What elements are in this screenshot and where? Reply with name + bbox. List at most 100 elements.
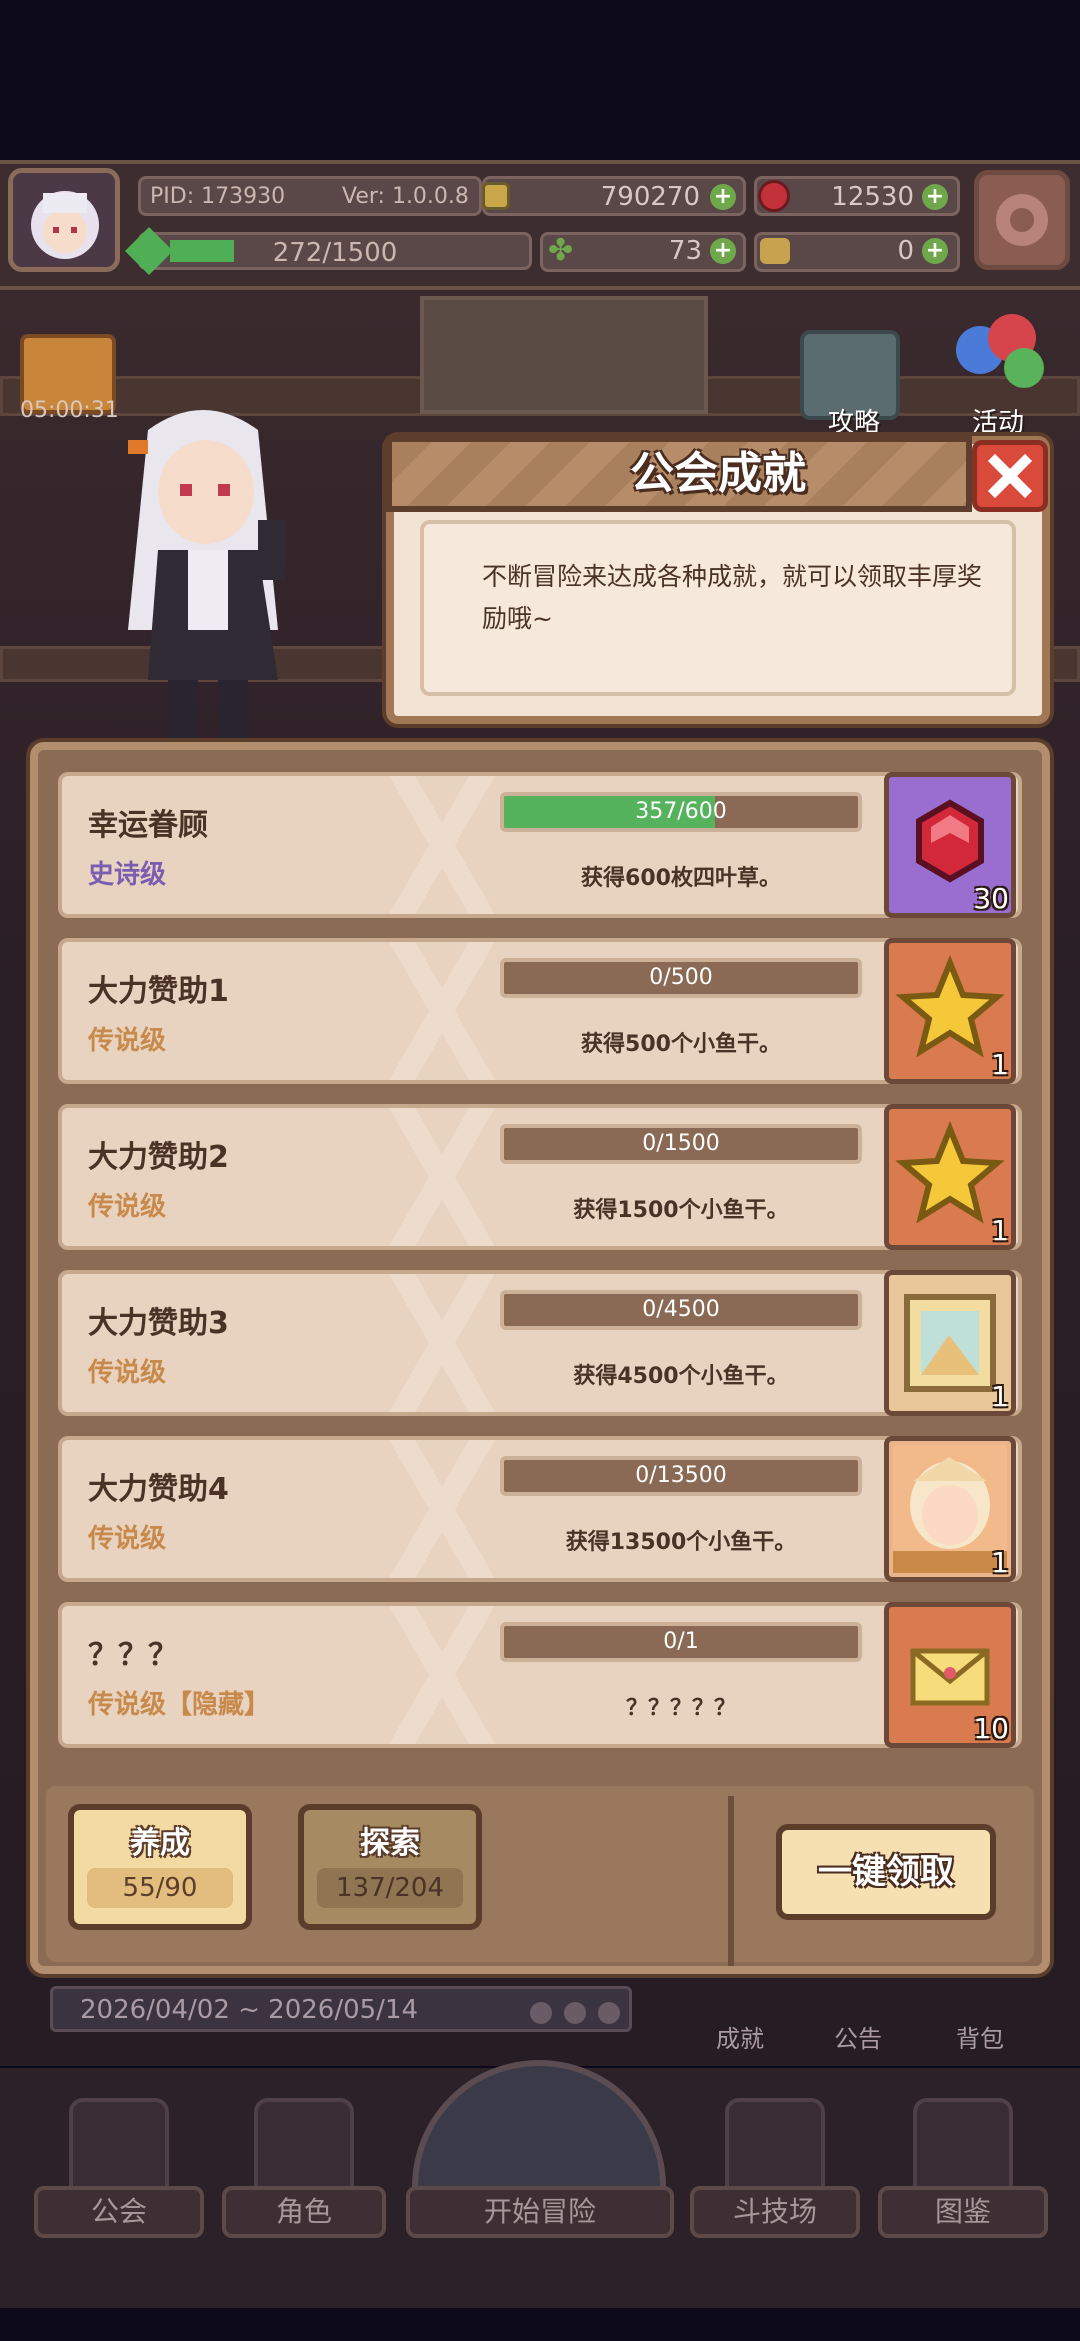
achievement-menu-label: 成就 [716,2025,764,2053]
nav-character[interactable]: 角色 [222,2098,386,2238]
fish-value: 0 [897,236,914,266]
achievement-description: 获得4500个小鱼干。 [573,1364,789,1389]
achievement-rarity: 史诗级 [88,860,167,890]
guild-icon [69,2098,169,2190]
nav-codex-label: 图鉴 [878,2186,1048,2238]
close-button[interactable] [972,440,1048,512]
tab-explore-label: 探索 [360,1826,420,1861]
reward-slot[interactable]: 1 [884,938,1016,1084]
page-dot [598,2002,620,2024]
claim-all-label: 一键领取 [818,1852,954,1892]
wall-painting [420,296,708,414]
add-fish-icon[interactable]: + [922,238,948,264]
achievement-rarity: 传说级【隐藏】 [88,1690,271,1720]
reward-count: 1 [991,1546,1009,1579]
nav-character-label: 角色 [222,2186,386,2238]
dialog-description: 不断冒险来达成各种成就，就可以领取丰厚奖励哦~ [482,562,983,633]
progress-bar: 357/600 [500,792,862,832]
character-icon [254,2098,354,2190]
achievement-row[interactable]: 大力赞助3 传说级 0/4500 获得4500个小鱼干。 1 [58,1270,1022,1416]
reward-slot[interactable]: 10 [884,1602,1016,1748]
progress-text: 0/500 [649,965,713,990]
achievement-description: 获得500个小鱼干。 [581,1032,781,1057]
footer-divider [728,1796,734,1966]
achievement-name: 大力赞助1 [88,974,229,1009]
achievement-name: 幸运眷顾 [88,808,208,843]
clover-value: 73 [668,236,702,266]
version-text: Ver: 1.0.0.8 [342,184,469,209]
notice-menu-label: 公告 [834,2025,882,2053]
tab-nurture[interactable]: 养成 55/90 [68,1804,252,1930]
add-gold-icon[interactable]: + [710,184,736,210]
achievement-menu[interactable]: 成就 [688,1976,792,2058]
achievement-row[interactable]: ？？？ 传说级【隐藏】 0/1 ？？？？？ 10 [58,1602,1022,1748]
balloon-icon[interactable] [950,310,1050,410]
add-clover-icon[interactable]: + [710,238,736,264]
reward-count: 1 [991,1380,1009,1413]
progress-text: 0/13500 [635,1463,727,1488]
achievement-description: 获得13500个小鱼干。 [565,1530,797,1555]
reward-count: 1 [991,1048,1009,1081]
achievement-name: 大力赞助4 [88,1472,229,1507]
progress-bar: 0/13500 [500,1456,862,1496]
clover-icon: ✤ [548,233,574,268]
progress-text: 0/1500 [642,1131,720,1156]
nav-codex[interactable]: 图鉴 [878,2098,1048,2238]
nav-arena-label: 斗技场 [690,2186,860,2238]
reward-slot[interactable]: 1 [884,1270,1016,1416]
achievement-row[interactable]: 大力赞助4 传说级 0/13500 获得13500个小鱼干。 1 [58,1436,1022,1582]
achievement-name: ？？？ [88,1638,178,1673]
reward-count: 30 [973,882,1009,915]
achievement-rarity: 传说级 [88,1524,167,1554]
tab-explore[interactable]: 探索 137/204 [298,1804,482,1930]
progress-bar: 0/4500 [500,1290,862,1330]
guide-label: 攻略 [827,408,880,438]
pid-text: PID: 173930 [150,184,286,209]
date-range: 2026/04/02 ~ 2026/05/14 [80,1995,419,2025]
nav-arena[interactable]: 斗技场 [690,2098,860,2238]
character-sprite [88,400,318,740]
achievement-rarity: 传说级 [88,1192,167,1222]
progress-bar: 0/500 [500,958,862,998]
achievement-name: 大力赞助2 [88,1140,229,1175]
progress-text: 0/4500 [642,1297,720,1322]
xp-text: 272/1500 [272,238,398,268]
coin-icon [482,182,510,210]
achievement-row[interactable]: 大力赞助2 传说级 0/1500 获得1500个小鱼干。 1 [58,1104,1022,1250]
nav-guild[interactable]: 公会 [34,2098,204,2238]
backpack-menu-label: 背包 [956,2025,1004,2053]
achievement-description: 获得600枚四叶草。 [581,866,781,891]
reward-slot[interactable]: 30 [884,772,1016,918]
progress-bar: 0/1500 [500,1124,862,1164]
achievement-description: 获得1500个小鱼干。 [573,1198,789,1223]
close-icon [987,453,1033,499]
book-icon [913,2098,1013,2190]
tab-nurture-label: 养成 [130,1826,190,1861]
nav-adventure[interactable]: 开始冒险 [406,2098,674,2238]
gem-value: 12530 [831,182,914,212]
tab-nurture-count: 55/90 [87,1868,233,1908]
gold-value: 790270 [600,182,700,212]
progress-bar: 0/1 [500,1622,862,1662]
backpack-menu[interactable]: 背包 [928,1976,1032,2058]
event-label: 活动 [971,408,1024,438]
page-dot [530,2002,552,2024]
nav-guild-label: 公会 [34,2186,204,2238]
claim-all-button[interactable]: 一键领取 [776,1824,996,1920]
achievement-row[interactable]: 幸运眷顾 史诗级 357/600 获得600枚四叶草。 30 [58,772,1022,918]
settings-button[interactable] [974,170,1070,270]
reward-slot[interactable]: 1 [884,1104,1016,1250]
progress-text: 357/600 [635,799,727,824]
page-dot [564,2002,586,2024]
avatar[interactable] [8,168,120,272]
achievement-description: ？？？？？ [625,1696,736,1721]
reward-count: 1 [991,1214,1009,1247]
reward-slot[interactable]: 1 [884,1436,1016,1582]
nav-adventure-label: 开始冒险 [406,2186,674,2238]
swords-icon [725,2098,825,2190]
add-gem-icon[interactable]: + [922,184,948,210]
reward-count: 10 [973,1712,1009,1745]
notice-menu[interactable]: 公告 [806,1976,910,2058]
achievement-row[interactable]: 大力赞助1 传说级 0/500 获得500个小鱼干。 1 [58,938,1022,1084]
achievement-rarity: 传说级 [88,1358,167,1388]
